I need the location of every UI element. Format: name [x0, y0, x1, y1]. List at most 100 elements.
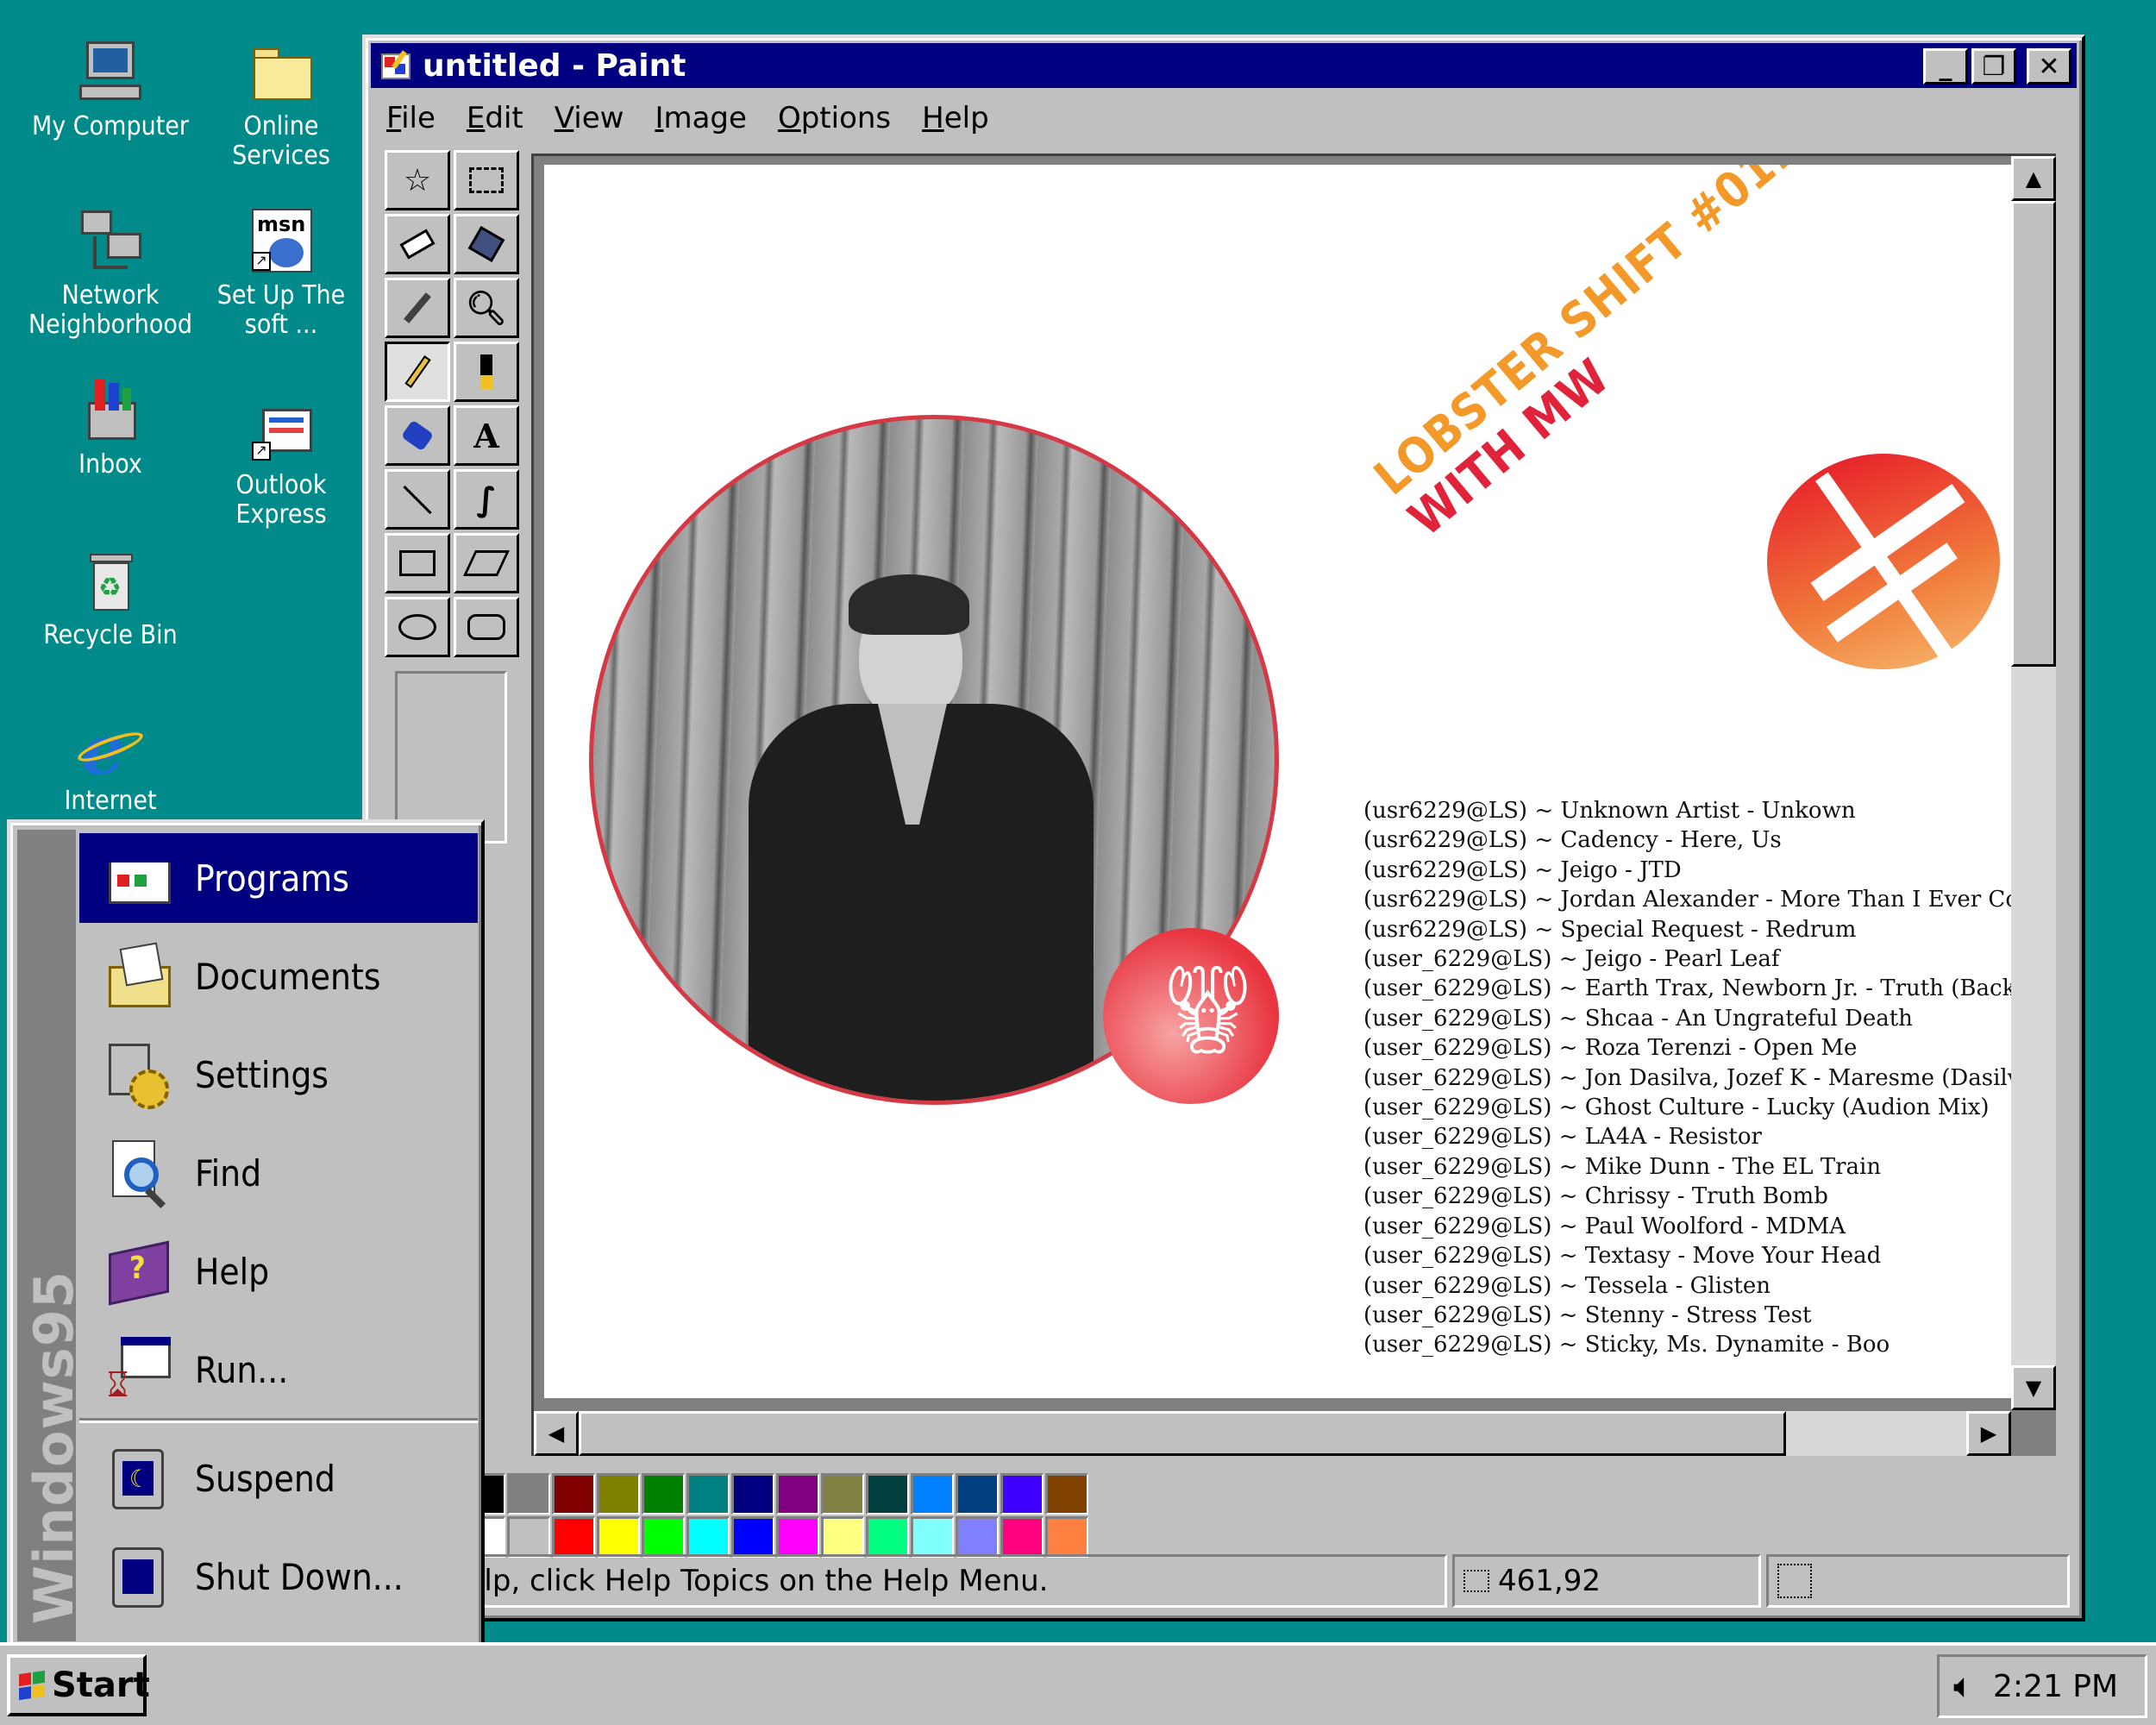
desktop-icon-online-services[interactable]: Online Services: [195, 38, 367, 171]
menu-view[interactable]: View: [539, 101, 640, 135]
start-menu-find[interactable]: Find: [79, 1128, 478, 1218]
free-select-tool[interactable]: ☆: [385, 150, 450, 210]
start-menu-documents[interactable]: Documents: [79, 932, 478, 1021]
color-swatch[interactable]: [731, 1473, 774, 1515]
color-swatch[interactable]: [956, 1516, 999, 1558]
color-swatch[interactable]: [911, 1473, 954, 1515]
menu-image[interactable]: Image: [639, 101, 762, 135]
minimize-button[interactable]: _: [1923, 48, 1968, 85]
vertical-scroll-thumb[interactable]: [2011, 201, 2056, 667]
tool-options-box[interactable]: [395, 671, 507, 844]
color-swatch[interactable]: [776, 1473, 819, 1515]
color-swatch[interactable]: [776, 1516, 819, 1558]
paint-window[interactable]: untitled - Paint _ ❐ ✕ File Edit View Im…: [362, 34, 2085, 1622]
system-tray: 🔈︎ 2:21 PM: [1937, 1654, 2147, 1718]
desktop-icon-label: Outlook Express: [235, 470, 327, 530]
pencil-tool[interactable]: [385, 342, 450, 402]
color-swatch[interactable]: [1045, 1473, 1088, 1515]
menu-help[interactable]: Help: [906, 101, 1005, 135]
color-swatch[interactable]: [866, 1473, 909, 1515]
track-line: (user_6229@LS) ~ LA4A - Resistor: [1363, 1124, 1762, 1151]
horizontal-scroll-thumb[interactable]: [579, 1411, 1786, 1456]
vertical-scrollbar[interactable]: ▲ ▼: [2011, 156, 2056, 1410]
color-swatch[interactable]: [1045, 1516, 1088, 1558]
start-menu-run[interactable]: ⌛︎ Run...: [79, 1325, 478, 1414]
internet-explorer-icon: e: [74, 712, 147, 784]
polygon-icon: [463, 550, 510, 576]
free-select-icon: ☆: [403, 162, 432, 198]
track-line: (user_6229@LS) ~ Stenny - Stress Test: [1363, 1302, 1812, 1328]
scroll-right-button[interactable]: ▶: [1966, 1411, 2011, 1456]
start-button[interactable]: Start: [7, 1654, 150, 1716]
menu-edit[interactable]: Edit: [451, 101, 539, 135]
maximize-button[interactable]: ❐: [1971, 48, 2016, 85]
volume-icon[interactable]: 🔈︎: [1953, 1666, 1974, 1706]
scroll-up-button[interactable]: ▲: [2011, 156, 2056, 201]
color-swatch[interactable]: [1000, 1473, 1044, 1515]
rect-select-icon: [469, 167, 504, 193]
color-swatch[interactable]: [1000, 1516, 1044, 1558]
desktop-icon-my-computer[interactable]: My Computer: [24, 38, 197, 141]
color-swatch[interactable]: [642, 1516, 685, 1558]
color-swatch[interactable]: [507, 1473, 550, 1515]
color-swatch[interactable]: [956, 1473, 999, 1515]
magnifier-tool[interactable]: 🔍︎: [454, 278, 519, 338]
title-bar[interactable]: untitled - Paint _ ❐ ✕: [371, 43, 2077, 88]
desktop-icon-network-neighborhood[interactable]: Network Neighborhood: [24, 207, 197, 340]
menu-file[interactable]: File: [371, 101, 451, 135]
window-title: untitled - Paint: [423, 47, 686, 84]
start-menu-programs[interactable]: Programs: [79, 833, 478, 923]
curve-tool[interactable]: ∫: [454, 469, 519, 530]
airbrush-tool[interactable]: [385, 405, 450, 466]
eraser-tool[interactable]: [385, 214, 450, 274]
color-swatch[interactable]: [686, 1516, 730, 1558]
desktop-icon-recycle-bin[interactable]: ♻ Recycle Bin: [24, 547, 197, 650]
desktop-icon-msn-setup[interactable]: msn ↗ Set Up The soft ...: [195, 207, 367, 340]
menu-options[interactable]: Options: [762, 101, 906, 135]
start-menu-shut-down[interactable]: Shut Down...: [79, 1532, 478, 1622]
track-line: (usr6229@LS) ~ Unknown Artist - Unkown: [1363, 798, 1856, 824]
color-swatch[interactable]: [552, 1516, 595, 1558]
color-swatch[interactable]: [821, 1516, 864, 1558]
color-swatch[interactable]: [507, 1516, 550, 1558]
color-swatch[interactable]: [597, 1516, 640, 1558]
start-menu-suspend[interactable]: ☾ Suspend: [79, 1433, 478, 1523]
scroll-down-button[interactable]: ▼: [2011, 1365, 2056, 1410]
color-swatch[interactable]: [642, 1473, 685, 1515]
desktop-icon-outlook-express[interactable]: ↗ Outlook Express: [195, 397, 367, 530]
color-swatch[interactable]: [911, 1516, 954, 1558]
color-swatch[interactable]: [866, 1516, 909, 1558]
rounded-rectangle-tool[interactable]: [454, 597, 519, 657]
ellipse-tool[interactable]: [385, 597, 450, 657]
desktop-icon-internet[interactable]: e Internet: [24, 712, 197, 816]
polygon-tool[interactable]: [454, 533, 519, 593]
start-menu-help[interactable]: ? Help: [79, 1226, 478, 1316]
status-coords-panel: 461,92: [1452, 1554, 1761, 1608]
close-button[interactable]: ✕: [2027, 48, 2071, 85]
color-picker-tool[interactable]: [385, 278, 450, 338]
color-swatch[interactable]: [552, 1473, 595, 1515]
desktop-icon-label: Inbox: [78, 449, 142, 480]
eyedropper-icon: [404, 292, 431, 323]
horizontal-scrollbar[interactable]: ◀ ▶: [534, 1411, 2011, 1456]
rect-select-tool[interactable]: [454, 150, 519, 210]
line-tool[interactable]: [385, 469, 450, 530]
clock[interactable]: 2:21 PM: [1993, 1669, 2118, 1704]
start-menu-banner: Windows95: [17, 830, 85, 1641]
fill-tool[interactable]: [454, 214, 519, 274]
color-swatch[interactable]: [821, 1473, 864, 1515]
brush-tool[interactable]: [454, 342, 519, 402]
inbox-icon: [76, 376, 145, 445]
text-tool[interactable]: A: [454, 405, 519, 466]
desktop-icon-inbox[interactable]: Inbox: [24, 376, 197, 480]
shut-down-icon: [103, 1540, 176, 1613]
rectangle-tool[interactable]: [385, 533, 450, 593]
scroll-left-button[interactable]: ◀: [534, 1411, 579, 1456]
color-swatch[interactable]: [731, 1516, 774, 1558]
start-menu-settings[interactable]: Settings: [79, 1030, 478, 1120]
start-menu-banner-text: Windows95: [22, 1270, 85, 1624]
color-swatch[interactable]: [686, 1473, 730, 1515]
curve-icon: ∫: [476, 480, 497, 518]
color-swatch[interactable]: [597, 1473, 640, 1515]
drawing-canvas[interactable]: 🦞︎ LOBSTER SHIFT #011 WITH MW (usr6229@L…: [544, 165, 2036, 1398]
